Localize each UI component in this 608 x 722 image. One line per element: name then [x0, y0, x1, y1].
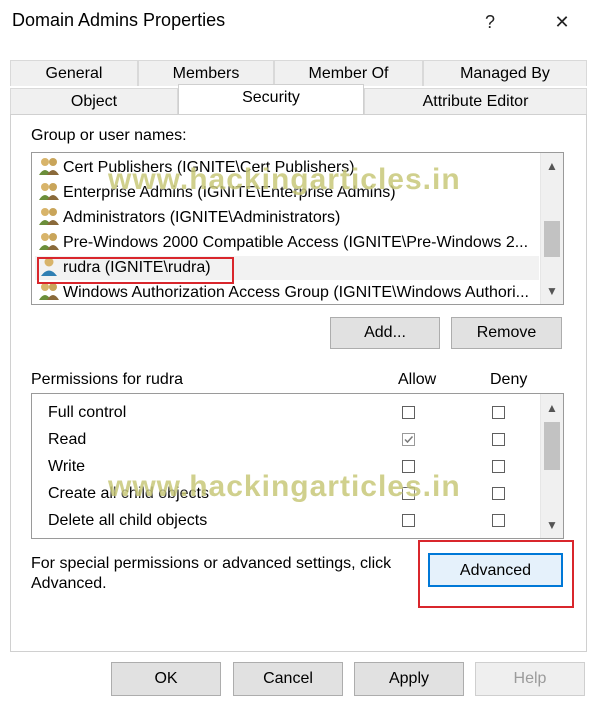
permissions-label: Permissions for rudra	[31, 371, 184, 388]
permission-row: Delete all child objects	[48, 507, 207, 534]
scroll-thumb[interactable]	[544, 221, 560, 257]
remove-button[interactable]: Remove	[451, 317, 562, 349]
group-icon	[39, 157, 59, 175]
tab-attribute-editor[interactable]: Attribute Editor	[364, 88, 587, 114]
apply-button[interactable]: Apply	[354, 662, 464, 696]
scroll-down-icon[interactable]: ▼	[541, 515, 563, 535]
full-control-allow-checkbox[interactable]	[402, 406, 415, 419]
checkmark-icon	[404, 435, 414, 444]
list-item[interactable]: Pre-Windows 2000 Compatible Access (IGNI…	[38, 231, 528, 255]
delete-child-deny-checkbox[interactable]	[492, 514, 505, 527]
advanced-button[interactable]: Advanced	[428, 553, 563, 587]
list-item-label: Pre-Windows 2000 Compatible Access (IGNI…	[63, 234, 529, 251]
scroll-up-icon[interactable]: ▲	[541, 398, 563, 418]
create-child-deny-checkbox[interactable]	[492, 487, 505, 500]
scroll-down-icon[interactable]: ▼	[541, 281, 563, 301]
permission-row: Read	[48, 426, 86, 453]
group-icon	[39, 207, 59, 225]
list-item-label: Administrators (IGNITE\Administrators)	[63, 209, 341, 226]
allow-header: Allow	[398, 371, 437, 388]
ok-button[interactable]: OK	[111, 662, 221, 696]
group-icon	[39, 182, 59, 200]
watermark-text: www.hackingarticles.in	[108, 470, 461, 503]
special-permissions-text: For special permissions or advanced sett…	[31, 554, 391, 594]
permission-name: Read	[48, 431, 87, 448]
window-title: Domain Admins Properties	[12, 10, 226, 30]
delete-child-allow-checkbox[interactable]	[402, 514, 415, 527]
permission-name: Write	[48, 458, 86, 475]
special-text-line2: Advanced.	[31, 575, 107, 592]
read-allow-checkbox[interactable]	[402, 433, 415, 446]
group-list-scrollbar[interactable]: ▲ ▼	[540, 153, 563, 304]
tab-row-back: General Members Member Of Managed By	[10, 60, 587, 86]
add-button[interactable]: Add...	[330, 317, 440, 349]
watermark-text: www.hackingarticles.in	[108, 163, 461, 196]
tab-members[interactable]: Members	[138, 60, 274, 86]
special-text-line1: For special permissions or advanced sett…	[31, 555, 392, 572]
selected-user-highlight	[37, 257, 234, 284]
group-icon	[39, 232, 59, 250]
permission-name: Delete all child objects	[48, 512, 208, 529]
help-icon[interactable]: ?	[470, 8, 510, 36]
list-item-label: Windows Authorization Access Group (IGNI…	[63, 284, 529, 301]
list-item[interactable]: Windows Authorization Access Group (IGNI…	[38, 281, 529, 304]
scroll-up-icon[interactable]: ▲	[541, 156, 563, 176]
tab-object[interactable]: Object	[10, 88, 178, 114]
permission-name: Full control	[48, 404, 127, 421]
close-icon[interactable]: ✕	[542, 8, 582, 36]
list-item[interactable]: Administrators (IGNITE\Administrators)	[38, 206, 340, 230]
tab-managed-by[interactable]: Managed By	[423, 60, 587, 86]
permission-row: Write	[48, 453, 85, 480]
deny-header: Deny	[490, 371, 528, 388]
help-button[interactable]: Help	[475, 662, 585, 696]
permission-row: Full control	[48, 399, 126, 426]
tab-general[interactable]: General	[10, 60, 138, 86]
scroll-thumb[interactable]	[544, 422, 560, 470]
permissions-scrollbar[interactable]: ▲ ▼	[540, 394, 563, 538]
tab-row-front: Object Security Attribute Editor	[10, 84, 587, 114]
group-names-label: Group or user names:	[31, 127, 187, 144]
write-deny-checkbox[interactable]	[492, 460, 505, 473]
cancel-button[interactable]: Cancel	[233, 662, 343, 696]
permissions-list[interactable]: Full control Read Write Create all child…	[31, 393, 564, 539]
tab-member-of[interactable]: Member Of	[274, 60, 423, 86]
full-control-deny-checkbox[interactable]	[492, 406, 505, 419]
tab-security[interactable]: Security	[178, 84, 364, 114]
read-deny-checkbox[interactable]	[492, 433, 505, 446]
